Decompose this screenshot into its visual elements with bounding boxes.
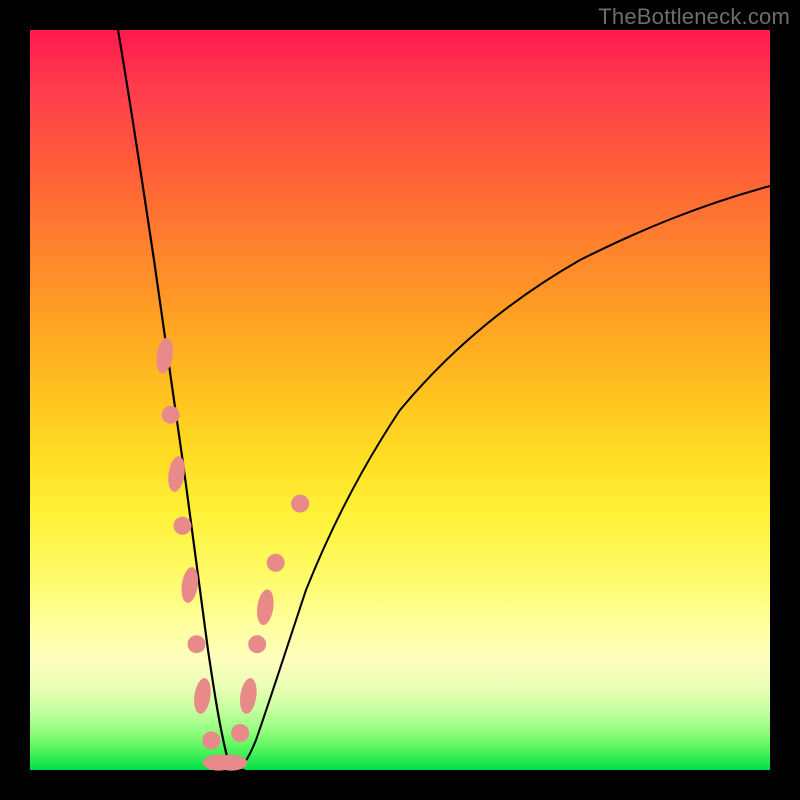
data-marker: [215, 755, 247, 771]
data-marker: [192, 677, 213, 715]
data-marker: [188, 635, 206, 653]
plot-area: [30, 30, 770, 770]
right-branch-curve: [236, 186, 770, 770]
data-marker: [202, 731, 220, 749]
data-marker: [166, 455, 187, 493]
markers-group: [154, 337, 309, 771]
data-marker: [248, 635, 266, 653]
data-marker: [267, 554, 285, 572]
data-marker: [291, 495, 309, 513]
chart-frame: TheBottleneck.com: [0, 0, 800, 800]
data-marker: [162, 406, 180, 424]
left-branch-curve: [118, 30, 236, 770]
data-marker: [173, 517, 191, 535]
chart-svg: [30, 30, 770, 770]
data-marker: [154, 337, 175, 375]
data-marker: [238, 677, 259, 715]
data-marker: [255, 588, 276, 626]
data-marker: [231, 724, 249, 742]
watermark-text: TheBottleneck.com: [598, 4, 790, 30]
